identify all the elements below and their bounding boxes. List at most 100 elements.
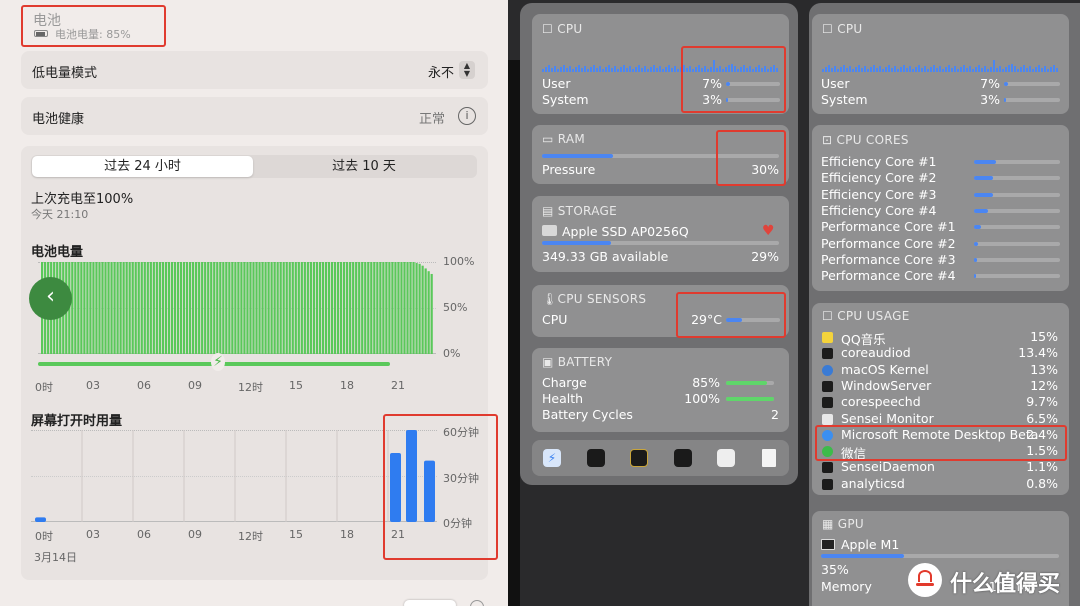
cpu-history-bar [590, 67, 592, 72]
process-name: macOS Kernel [841, 361, 929, 377]
battery-bar [346, 262, 349, 354]
watermark-text: 什么值得买 [950, 572, 1061, 597]
battery-bar [201, 262, 204, 354]
cores-icon: ⊡ [822, 133, 837, 147]
chevron-updown-icon[interactable]: ▲ ▼ [459, 61, 475, 79]
battery-bar [343, 262, 346, 354]
cpu-history-bar [743, 65, 745, 72]
battery-y-tick: 100% [443, 255, 475, 268]
core-usage-bar [974, 176, 1060, 181]
battery-bar [382, 262, 385, 354]
console-icon[interactable] [630, 449, 648, 467]
core-label: Efficiency Core #2 [821, 170, 937, 186]
gpu-title: ▦ GPU [822, 517, 864, 531]
battery-bar [267, 262, 270, 354]
cores-title: ⊡ CPU CORES [822, 133, 909, 147]
gpu-memory-label: Memory [821, 579, 872, 594]
document-icon[interactable] [762, 449, 776, 467]
battery-bar [324, 262, 328, 354]
cpu-history-bar [659, 66, 661, 72]
process-cpu-value: 2.4% [1026, 426, 1058, 442]
process-cpu-value: 12% [1030, 377, 1058, 393]
screen-usage-bar [406, 430, 417, 522]
ram-pressure-label: Pressure [542, 162, 596, 177]
x-tick-label: 15 [289, 379, 303, 392]
wechat-icon [822, 446, 833, 458]
heart-icon[interactable]: ♥ [762, 223, 775, 239]
cpu-user-label: User [542, 76, 571, 91]
tab-last-24h[interactable]: 过去 24 小时 [32, 156, 253, 177]
cpu-history-bar [731, 64, 733, 72]
cpu-system-label: System [821, 92, 868, 107]
cpu-history-bar [912, 69, 914, 72]
cpu-history-bar [822, 69, 824, 72]
terminal-icon[interactable] [674, 449, 692, 467]
battery-bar [74, 262, 77, 354]
battery-bar [258, 262, 261, 354]
cpu-history-bar [608, 65, 610, 72]
battery-bar [119, 262, 122, 354]
battery-bar [101, 262, 104, 354]
screen-usage-bar [390, 453, 401, 522]
cpu-history-bar [864, 66, 866, 72]
cpu-history-bar [1056, 68, 1058, 72]
core-label: Performance Core #2 [821, 235, 956, 251]
terminal-icon [822, 478, 833, 490]
battery-bar [143, 262, 146, 354]
cpu-history-bar [665, 67, 667, 72]
battery-bar [330, 262, 334, 354]
cpu-history-bar [858, 65, 860, 72]
back-chevron-icon[interactable]: ‹ [29, 277, 72, 320]
process-cpu-value: 6.5% [1026, 410, 1058, 426]
cpu-history-bar [752, 69, 754, 72]
cpu-history-bar [557, 69, 559, 72]
battery-bar [231, 262, 234, 354]
cpu-history-bar [942, 69, 944, 72]
ram-pressure-value: 30% [751, 162, 779, 177]
battery-bar [198, 262, 201, 354]
battery-bar [412, 262, 415, 354]
battery-bar [149, 262, 152, 354]
cpu-history-bar [1047, 69, 1049, 72]
activity-monitor-icon[interactable] [587, 449, 605, 467]
cpu-history-bar [674, 66, 676, 72]
cleaner-icon[interactable] [717, 449, 735, 467]
cpu-history-bar [876, 68, 878, 72]
tab-last-10d[interactable]: 过去 10 天 [253, 156, 475, 177]
help-icon[interactable] [470, 600, 484, 606]
bolt-app-icon[interactable]: ⚡ [543, 449, 561, 467]
gpu-icon: ▦ [822, 517, 838, 531]
cpu-history-bar [948, 65, 950, 72]
cut-off-button[interactable] [404, 600, 456, 606]
battery-bar [113, 262, 116, 354]
cpu-history-bar [770, 67, 772, 72]
cpu-history-bar [888, 65, 890, 72]
battery-bar [394, 262, 397, 354]
x-tick-label: 03 [86, 528, 100, 541]
cpu-history-bar [843, 65, 845, 72]
x-tick-label: 12时 [238, 381, 263, 394]
battery-bar [207, 262, 210, 354]
cpu-sensors-panel: 🌡CPU SENSORS CPU 29°C [532, 285, 789, 337]
cpu-history-bar [849, 66, 851, 72]
terminal-icon [822, 397, 833, 409]
terminal-icon [822, 462, 833, 474]
core-label: Efficiency Core #4 [821, 202, 937, 218]
battery-bar [219, 262, 222, 354]
cpu-history-bar [1008, 65, 1010, 72]
ram-icon: ▭ [542, 132, 558, 146]
battery-bar [318, 262, 322, 354]
toolbar [532, 440, 789, 476]
battery-bar [415, 262, 418, 354]
cpu-history-bar [999, 66, 1001, 72]
info-icon[interactable]: i [458, 107, 476, 125]
low-power-select[interactable]: 永不 [428, 62, 454, 81]
cpu-history-bar [828, 65, 830, 72]
low-power-label: 低电量模式 [32, 66, 98, 81]
battery-bar [185, 262, 189, 354]
battery-bar [195, 262, 198, 354]
process-name: Sensei Monitor [841, 410, 934, 426]
battery-bar [270, 262, 273, 354]
core-usage-bar [974, 208, 1060, 213]
cpu-history-bar [617, 69, 619, 72]
